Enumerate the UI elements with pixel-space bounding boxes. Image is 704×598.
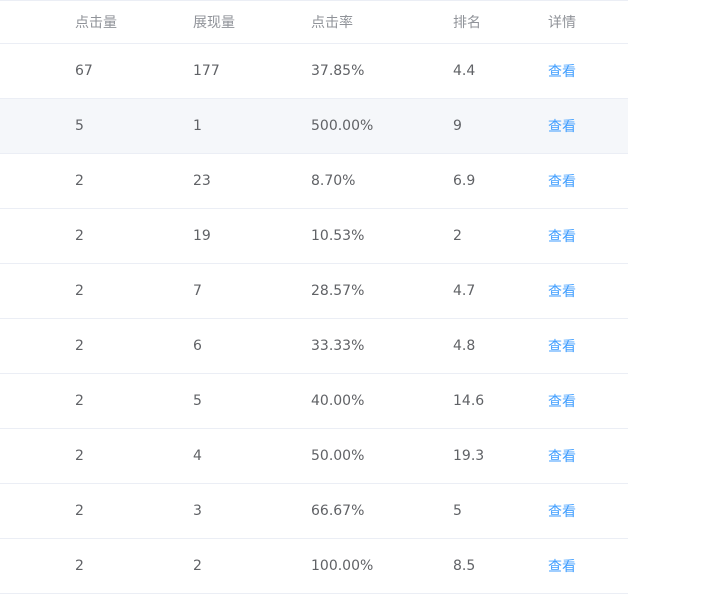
cell-rank: 6.9 [453, 173, 476, 189]
cell-impressions: 6 [193, 338, 202, 354]
cell-ctr: 8.70% [311, 173, 356, 189]
cell-rank: 8.5 [453, 558, 476, 574]
table-row: 2 5 40.00% 14.6 查看 [0, 374, 628, 429]
cell-rank: 4.7 [453, 283, 476, 299]
cell-impressions: 1 [193, 118, 202, 134]
cell-ctr: 10.53% [311, 228, 365, 244]
cell-impressions: 2 [193, 558, 202, 574]
header-ctr: 点击率 [311, 15, 353, 31]
cell-ctr: 500.00% [311, 118, 374, 134]
cell-impressions: 4 [193, 448, 202, 464]
cell-detail: 查看 [548, 484, 576, 538]
cell-detail: 查看 [548, 209, 576, 263]
cell-ctr: 100.00% [311, 558, 374, 574]
cell-rank: 2 [453, 228, 462, 244]
cell-clicks: 67 [75, 63, 93, 79]
cell-ctr: 66.67% [311, 503, 365, 519]
table-row: 2 19 10.53% 2 查看 [0, 209, 628, 264]
cell-impressions: 177 [193, 63, 220, 79]
cell-rank: 14.6 [453, 393, 485, 409]
table-header: 点击量 展现量 点击率 排名 详情 [0, 0, 628, 44]
cell-clicks: 2 [75, 283, 84, 299]
cell-impressions: 23 [193, 173, 211, 189]
cell-detail: 查看 [548, 154, 576, 208]
cell-impressions: 7 [193, 283, 202, 299]
cell-ctr: 33.33% [311, 338, 365, 354]
cell-clicks: 2 [75, 448, 84, 464]
cell-detail: 查看 [548, 319, 576, 373]
view-detail-link[interactable]: 查看 [548, 281, 576, 301]
cell-rank: 9 [453, 118, 462, 134]
view-detail-link[interactable]: 查看 [548, 446, 576, 466]
view-detail-link[interactable]: 查看 [548, 171, 576, 191]
table-row: 2 7 28.57% 4.7 查看 [0, 264, 628, 319]
cell-ctr: 50.00% [311, 448, 365, 464]
keyword-stats-table: 点击量 展现量 点击率 排名 详情 67 177 37.85% 4.4 查看 5… [0, 0, 628, 594]
table-row: 2 23 8.70% 6.9 查看 [0, 154, 628, 209]
cell-rank: 4.4 [453, 63, 476, 79]
cell-impressions: 3 [193, 503, 202, 519]
cell-ctr: 40.00% [311, 393, 365, 409]
header-detail: 详情 [548, 15, 576, 31]
cell-ctr: 37.85% [311, 63, 365, 79]
cell-clicks: 2 [75, 173, 84, 189]
cell-detail: 查看 [548, 539, 576, 593]
cell-clicks: 2 [75, 503, 84, 519]
cell-detail: 查看 [548, 429, 576, 483]
header-impressions: 展现量 [193, 15, 235, 31]
cell-clicks: 2 [75, 558, 84, 574]
cell-rank: 19.3 [453, 448, 485, 464]
table-row: 2 6 33.33% 4.8 查看 [0, 319, 628, 374]
cell-rank: 4.8 [453, 338, 476, 354]
cell-clicks: 2 [75, 393, 84, 409]
view-detail-link[interactable]: 查看 [548, 116, 576, 136]
table-row: 2 4 50.00% 19.3 查看 [0, 429, 628, 484]
cell-clicks: 2 [75, 338, 84, 354]
cell-clicks: 2 [75, 228, 84, 244]
cell-detail: 查看 [548, 44, 576, 98]
view-detail-link[interactable]: 查看 [548, 61, 576, 81]
view-detail-link[interactable]: 查看 [548, 336, 576, 356]
view-detail-link[interactable]: 查看 [548, 226, 576, 246]
view-detail-link[interactable]: 查看 [548, 501, 576, 521]
header-clicks: 点击量 [75, 15, 117, 31]
cell-clicks: 5 [75, 118, 84, 134]
table-row: 2 3 66.67% 5 查看 [0, 484, 628, 539]
cell-impressions: 19 [193, 228, 211, 244]
cell-ctr: 28.57% [311, 283, 365, 299]
cell-rank: 5 [453, 503, 462, 519]
view-detail-link[interactable]: 查看 [548, 391, 576, 411]
header-rank: 排名 [453, 15, 481, 31]
table-row: 2 2 100.00% 8.5 查看 [0, 539, 628, 594]
table-row: 67 177 37.85% 4.4 查看 [0, 44, 628, 99]
cell-detail: 查看 [548, 374, 576, 428]
cell-detail: 查看 [548, 99, 576, 153]
view-detail-link[interactable]: 查看 [548, 556, 576, 576]
cell-impressions: 5 [193, 393, 202, 409]
table-row: 5 1 500.00% 9 查看 [0, 99, 628, 154]
cell-detail: 查看 [548, 264, 576, 318]
